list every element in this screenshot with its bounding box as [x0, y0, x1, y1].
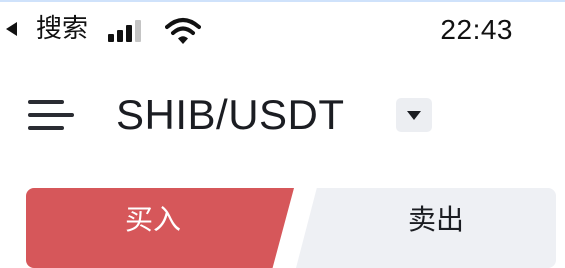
hamburger-menu-icon[interactable]: [28, 96, 74, 134]
header: SHIB/USDT: [0, 80, 565, 150]
pair-dropdown-button[interactable]: [396, 98, 432, 132]
wifi-icon: [165, 18, 201, 44]
cellular-signal-icon: [108, 20, 141, 42]
trading-pair-title[interactable]: SHIB/USDT: [116, 90, 345, 140]
tab-buy-label: 买入: [124, 203, 181, 236]
status-bar: 搜索 22:43: [0, 6, 565, 54]
caret-down-icon: [407, 111, 421, 120]
clock-time: 22:43: [440, 14, 513, 45]
trade-tabs: 买入 卖出: [26, 188, 556, 268]
back-label[interactable]: 搜索: [36, 12, 88, 46]
tab-sell-label: 卖出: [407, 203, 464, 236]
tab-buy[interactable]: 买入: [26, 188, 294, 268]
top-divider: [0, 0, 565, 2]
back-arrow-icon[interactable]: [6, 22, 17, 36]
tab-sell[interactable]: 卖出: [296, 188, 556, 268]
